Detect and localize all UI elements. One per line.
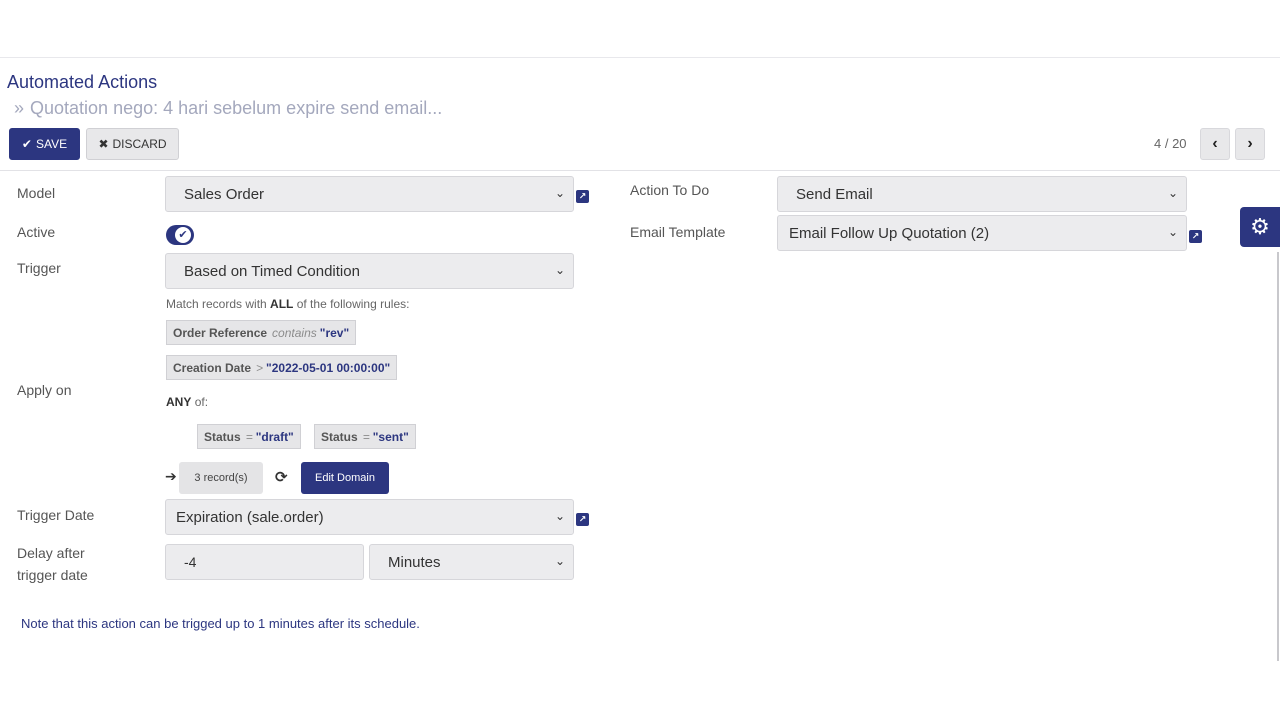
edit-domain-button[interactable]: Edit Domain: [301, 462, 389, 494]
rule-field: Creation Date: [173, 360, 252, 375]
rule-value: "rev": [319, 325, 350, 340]
chevron-down-icon: ⌄: [554, 263, 565, 277]
rule-value: "2022-05-01 00:00:00": [266, 360, 391, 375]
trigger-select[interactable]: Based on Timed Condition ⌄: [165, 253, 574, 289]
gear-icon: ⚙: [1250, 214, 1270, 239]
domain-any-text: ANY of:: [166, 395, 208, 409]
external-link-icon[interactable]: ↗: [576, 190, 589, 203]
chevron-left-icon: ‹: [1212, 135, 1218, 152]
email-template-select[interactable]: Email Follow Up Quotation (2) ⌄: [777, 215, 1187, 251]
rule-operator: contains: [272, 325, 317, 340]
check-icon: ✔: [21, 137, 32, 151]
action-value: Send Email: [796, 185, 873, 203]
rule-value: "draft": [255, 429, 294, 444]
active-toggle[interactable]: ✔: [166, 225, 194, 245]
chevron-down-icon: ⌄: [554, 554, 565, 568]
bottom-band: [0, 661, 1280, 720]
records-count-button[interactable]: 3 record(s): [179, 462, 263, 494]
control-panel-divider: [0, 170, 1280, 171]
external-link-icon[interactable]: ↗: [1189, 230, 1202, 243]
arrow-right-icon: ➔: [165, 468, 177, 484]
any-suffix: of:: [194, 395, 209, 409]
breadcrumb-separator: »: [14, 98, 25, 118]
domain-match-text: Match records with ALL of the following …: [166, 297, 409, 311]
scrollbar[interactable]: [1277, 252, 1279, 662]
rule-operator: =: [362, 429, 370, 444]
discard-button[interactable]: ✖ DISCARD: [86, 128, 179, 160]
trigger-label: Trigger: [17, 260, 61, 276]
delay-unit-select[interactable]: Minutes ⌄: [369, 544, 574, 580]
model-label: Model: [17, 185, 56, 201]
delay-label-line2: trigger date: [17, 567, 88, 583]
top-navbar: [0, 0, 1280, 58]
settings-gear-button[interactable]: ⚙: [1240, 207, 1280, 247]
breadcrumb-root[interactable]: Automated Actions: [7, 72, 157, 93]
check-icon: ✔: [175, 227, 191, 243]
save-label: SAVE: [35, 137, 68, 151]
breadcrumb-current: » Quotation nego: 4 hari sebelum expire s…: [14, 98, 442, 119]
delay-input[interactable]: -4: [165, 544, 364, 580]
any-label: ANY: [166, 395, 192, 409]
model-select[interactable]: Sales Order ⌄: [165, 176, 574, 212]
chevron-down-icon: ⌄: [1167, 186, 1178, 200]
rule-field: Status: [204, 429, 241, 444]
trigger-value: Based on Timed Condition: [184, 262, 360, 280]
refresh-icon[interactable]: ⟳: [275, 468, 288, 486]
delay-unit-value: Minutes: [388, 553, 441, 571]
discard-label: DISCARD: [112, 137, 167, 151]
rule-value: "sent": [372, 429, 409, 444]
record-title: Quotation nego: 4 hari sebelum expire se…: [30, 98, 443, 118]
rule-operator: =: [245, 429, 253, 444]
external-link-icon[interactable]: ↗: [576, 513, 589, 526]
model-value: Sales Order: [184, 185, 265, 203]
chevron-down-icon: ⌄: [554, 509, 565, 523]
save-button[interactable]: ✔ SAVE: [9, 128, 80, 160]
email-template-value: Email Follow Up Quotation (2): [789, 224, 990, 242]
chevron-right-icon: ›: [1247, 135, 1253, 152]
email-template-label: Email Template: [630, 224, 726, 240]
delay-label-line1: Delay after: [17, 545, 85, 561]
trigger-date-value: Expiration (sale.order): [176, 508, 324, 526]
domain-rule-status-draft[interactable]: Status = "draft": [197, 424, 301, 449]
match-suffix: of the following rules:: [296, 297, 410, 311]
action-select[interactable]: Send Email ⌄: [777, 176, 1187, 212]
active-label: Active: [17, 224, 56, 240]
rule-field: Order Reference: [173, 325, 268, 340]
trigger-date-label: Trigger Date: [17, 507, 95, 523]
trigger-date-select[interactable]: Expiration (sale.order) ⌄: [165, 499, 574, 535]
action-to-do-label: Action To Do: [630, 182, 710, 198]
rule-operator: >: [256, 360, 264, 375]
match-all: ALL: [270, 297, 294, 311]
domain-rule-order-reference[interactable]: Order Reference contains "rev": [166, 320, 357, 345]
schedule-note: Note that this action can be trigged up …: [21, 616, 420, 631]
close-icon: ✖: [98, 137, 109, 151]
domain-rule-creation-date[interactable]: Creation Date > "2022-05-01 00:00:00": [166, 355, 398, 380]
pager-previous-button[interactable]: ‹: [1200, 128, 1230, 160]
pager-next-button[interactable]: ›: [1235, 128, 1265, 160]
chevron-down-icon: ⌄: [1167, 225, 1178, 239]
domain-rule-status-sent[interactable]: Status = "sent": [314, 424, 416, 449]
pager-value: 4 / 20: [1154, 136, 1187, 151]
match-prefix: Match records with: [166, 297, 267, 311]
chevron-down-icon: ⌄: [554, 186, 565, 200]
rule-field: Status: [321, 429, 358, 444]
apply-on-label: Apply on: [17, 382, 72, 398]
